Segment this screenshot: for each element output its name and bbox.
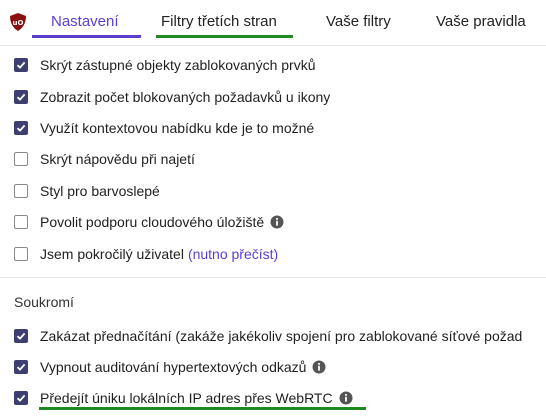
option-label: Povolit podporu cloudového úložiště xyxy=(40,214,265,230)
tab-settings[interactable]: Nastavení xyxy=(51,0,119,38)
tab-my-filters[interactable]: Vaše filtry xyxy=(326,0,391,38)
section-title-privacy: Soukromí xyxy=(14,294,74,310)
option-show-icon-badge[interactable]: Zobrazit počet blokovaných požadavků u i… xyxy=(14,86,330,108)
checkbox-checked[interactable] xyxy=(14,391,28,405)
option-disable-hyperlink-auditing[interactable]: Vypnout auditování hypertextových odkazů xyxy=(14,356,326,378)
option-label: Skrýt zástupné objekty zablokovaných prv… xyxy=(40,57,316,73)
active-tab-indicator xyxy=(32,35,141,38)
tab-highlight-underline xyxy=(156,35,293,38)
info-icon[interactable] xyxy=(270,215,284,229)
option-cloud-storage[interactable]: Povolit podporu cloudového úložiště xyxy=(14,211,284,233)
option-hide-placeholders[interactable]: Skrýt zástupné objekty zablokovaných prv… xyxy=(14,54,315,76)
checkbox-checked[interactable] xyxy=(14,121,28,135)
svg-text:uO: uO xyxy=(13,19,24,27)
option-hide-tooltips[interactable]: Skrýt nápovědu při najetí xyxy=(14,148,195,170)
option-disable-prefetch[interactable]: Zakázat přednačítání (zakáže jakékoliv s… xyxy=(14,325,522,347)
option-label: Styl pro barvoslepé xyxy=(40,183,160,199)
option-label: Vypnout auditování hypertextových odkazů xyxy=(40,359,307,375)
option-label: Skrýt nápovědu při najetí xyxy=(40,151,195,167)
info-icon[interactable] xyxy=(312,360,326,374)
checkbox-checked[interactable] xyxy=(14,90,28,104)
ublock-logo-icon: uO xyxy=(10,13,26,31)
checkbox-unchecked[interactable] xyxy=(14,152,28,166)
tab-bar: uO Nastavení Filtry třetích stran Vaše f… xyxy=(0,0,546,46)
option-context-menu[interactable]: Využít kontextovou nabídku kde je to mož… xyxy=(14,117,314,139)
checkbox-checked[interactable] xyxy=(14,360,28,374)
checkbox-unchecked[interactable] xyxy=(14,215,28,229)
option-advanced-user[interactable]: Jsem pokročilý uživatel (nutno přečíst) xyxy=(14,243,278,265)
option-label: Zobrazit počet blokovaných požadavků u i… xyxy=(40,89,331,105)
option-label: Využít kontextovou nabídku kde je to mož… xyxy=(40,120,315,136)
checkbox-unchecked[interactable] xyxy=(14,184,28,198)
option-label: Jsem pokročilý uživatel xyxy=(40,246,184,262)
section-divider xyxy=(0,277,546,278)
checkbox-unchecked[interactable] xyxy=(14,247,28,261)
tab-third-party-filters[interactable]: Filtry třetích stran xyxy=(161,0,277,38)
checkbox-checked[interactable] xyxy=(14,58,28,72)
option-label: Předejít úniku lokálních IP adres přes W… xyxy=(40,390,333,406)
info-icon[interactable] xyxy=(339,391,353,405)
option-colorblind[interactable]: Styl pro barvoslepé xyxy=(14,180,160,202)
must-read-link[interactable]: (nutno přečíst) xyxy=(188,246,278,262)
webrtc-highlight-underline xyxy=(39,407,366,410)
tab-my-rules[interactable]: Vaše pravidla xyxy=(436,0,526,38)
option-prevent-webrtc-leak[interactable]: Předejít úniku lokálních IP adres přes W… xyxy=(14,387,353,409)
checkbox-checked[interactable] xyxy=(14,329,28,343)
option-label: Zakázat přednačítání (zakáže jakékoliv s… xyxy=(40,328,523,344)
